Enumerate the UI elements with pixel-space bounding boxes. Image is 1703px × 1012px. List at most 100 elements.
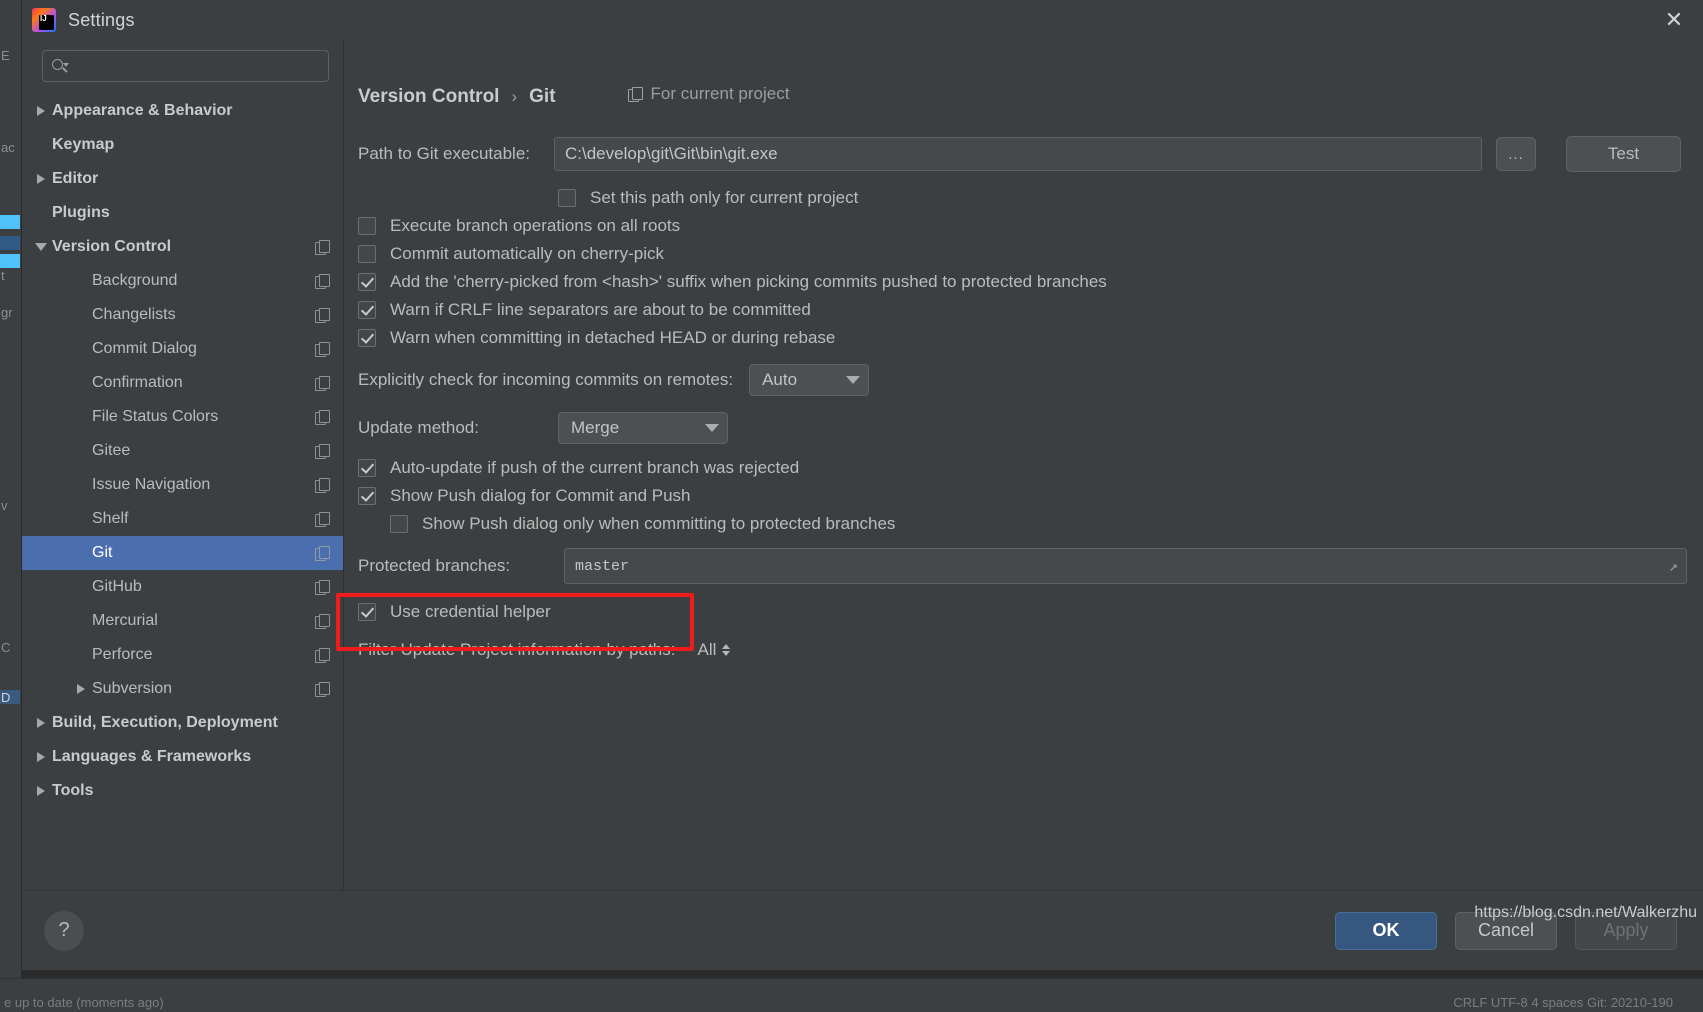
update-method-value: Merge [571, 418, 620, 437]
copy-settings-icon[interactable] [315, 308, 330, 323]
incoming-commits-dropdown[interactable]: Auto [749, 364, 870, 396]
sidebar-item-commit-dialog[interactable]: Commit Dialog [22, 332, 343, 366]
sidebar-item-file-status-colors[interactable]: File Status Colors [22, 400, 343, 434]
copy-settings-icon[interactable] [315, 546, 330, 561]
git-path-input[interactable]: C:\develop\git\Git\bin\git.exe [554, 137, 1482, 171]
copy-settings-icon[interactable] [315, 410, 330, 425]
chevron-down-icon[interactable] [30, 243, 52, 251]
checkbox-row[interactable]: Execute branch operations on all roots [358, 216, 1703, 236]
copy-settings-icon[interactable] [315, 342, 330, 357]
browse-button[interactable]: ... [1496, 137, 1536, 171]
filter-update-project-row: Filter Update Project information by pat… [358, 640, 1703, 660]
sidebar-item-version-control[interactable]: Version Control [22, 230, 343, 264]
use-credential-helper-row[interactable]: Use credential helper [358, 602, 1703, 622]
sidebar-item-label: Keymap [52, 136, 115, 153]
expand-field-icon[interactable]: ↗ [1669, 557, 1678, 576]
watermark: https://blog.csdn.net/Walkerzhu [1474, 904, 1697, 921]
copy-settings-icon[interactable] [315, 376, 330, 391]
checkbox-row[interactable]: Show Push dialog only when committing to… [390, 514, 1703, 534]
sidebar-item-perforce[interactable]: Perforce [22, 638, 343, 672]
sidebar-item-git[interactable]: Git [22, 536, 343, 570]
checkbox-label: Auto-update if push of the current branc… [390, 458, 800, 477]
chevron-right-icon[interactable] [30, 106, 52, 116]
copy-settings-icon[interactable] [315, 512, 330, 527]
close-icon[interactable]: ✕ [1645, 0, 1703, 40]
copy-settings-icon[interactable] [315, 478, 330, 493]
chevron-right-icon[interactable] [70, 684, 92, 694]
sidebar-item-gitee[interactable]: Gitee [22, 434, 343, 468]
update-method-dropdown[interactable]: Merge [558, 412, 728, 444]
checkbox-row[interactable]: Auto-update if push of the current branc… [358, 458, 1703, 478]
sidebar-item-subversion[interactable]: Subversion [22, 672, 343, 706]
chevron-right-icon[interactable] [30, 718, 52, 728]
screen: E ac t gr v C D e up to date (moments ag… [0, 0, 1703, 1012]
test-button[interactable]: Test [1566, 136, 1681, 172]
bg-glyph: ac [1, 140, 15, 155]
protected-branches-input[interactable]: master ↗ [564, 548, 1687, 584]
sidebar-item-mercurial[interactable]: Mercurial [22, 604, 343, 638]
sidebar-item-plugins[interactable]: Plugins [22, 196, 343, 230]
breadcrumb-parent[interactable]: Version Control [358, 86, 499, 108]
checkbox-row[interactable]: Set this path only for current project [558, 188, 1703, 208]
checkbox[interactable] [358, 329, 376, 347]
checkbox[interactable] [358, 301, 376, 319]
sidebar-item-changelists[interactable]: Changelists [22, 298, 343, 332]
chevron-right-icon[interactable] [30, 786, 52, 796]
sidebar-item-background[interactable]: Background [22, 264, 343, 298]
ok-button[interactable]: OK [1335, 911, 1437, 950]
checkbox[interactable] [358, 217, 376, 235]
checkbox[interactable] [358, 459, 376, 477]
copy-settings-icon[interactable] [315, 682, 330, 697]
checkbox-row[interactable]: Show Push dialog for Commit and Push [358, 486, 1703, 506]
bg-glyph: C [1, 640, 11, 655]
protected-branches-label: Protected branches: [358, 556, 511, 575]
sidebar-item-label: Perforce [92, 646, 153, 663]
checkbox[interactable] [358, 273, 376, 291]
checkbox-row[interactable]: Warn when committing in detached HEAD or… [358, 328, 1703, 348]
sidebar-item-label: Languages & Frameworks [52, 748, 252, 765]
settings-dialog: Settings ✕ Appearance & Behavior Keymap Ed… [22, 0, 1703, 970]
checkbox-row[interactable]: Warn if CRLF line separators are about t… [358, 300, 1703, 320]
search-box[interactable] [42, 50, 329, 82]
copy-settings-icon[interactable] [315, 648, 330, 663]
search-input[interactable] [69, 58, 320, 74]
use-credential-helper-checkbox[interactable] [358, 603, 376, 621]
copy-settings-icon[interactable] [315, 274, 330, 289]
copy-settings-icon[interactable] [315, 240, 330, 255]
bg-status-right: CRLF UTF-8 4 spaces Git: 20210-190 [1453, 995, 1673, 1010]
sidebar-item-shelf[interactable]: Shelf [22, 502, 343, 536]
sidebar-item-build-execution-deployment[interactable]: Build, Execution, Deployment [22, 706, 343, 740]
bg-swatch [0, 215, 20, 229]
sidebar-item-confirmation[interactable]: Confirmation [22, 366, 343, 400]
sidebar-item-tools[interactable]: Tools [22, 774, 343, 808]
sidebar-item-label: Subversion [92, 680, 173, 697]
checkbox[interactable] [390, 515, 408, 533]
checkbox-label: Set this path only for current project [590, 188, 859, 207]
checkbox-row[interactable]: Commit automatically on cherry-pick [358, 244, 1703, 264]
dialog-titlebar: Settings ✕ [22, 0, 1703, 40]
copy-settings-icon[interactable] [315, 614, 330, 629]
chevron-down-icon [705, 424, 719, 432]
checkbox[interactable] [558, 189, 576, 207]
sidebar-item-keymap[interactable]: Keymap [22, 128, 343, 162]
copy-settings-icon[interactable] [315, 444, 330, 459]
sidebar-item-appearance-behavior[interactable]: Appearance & Behavior [22, 94, 343, 128]
checkbox[interactable] [358, 245, 376, 263]
sidebar-item-issue-navigation[interactable]: Issue Navigation [22, 468, 343, 502]
checkbox-row[interactable]: Add the 'cherry-picked from <hash>' suff… [358, 272, 1703, 292]
chevron-right-icon[interactable] [30, 752, 52, 762]
git-options-group-1: Set this path only for current project Ex… [358, 188, 1703, 348]
sidebar-item-editor[interactable]: Editor [22, 162, 343, 196]
bg-glyph: t [1, 268, 5, 283]
chevron-right-icon[interactable] [30, 174, 52, 184]
sidebar-item-label: Background [92, 272, 178, 289]
checkbox-label: Execute branch operations on all roots [390, 216, 681, 235]
filter-value: All [697, 640, 717, 659]
help-icon[interactable]: ? [44, 910, 84, 951]
sidebar-item-languages-frameworks[interactable]: Languages & Frameworks [22, 740, 343, 774]
sidebar-item-github[interactable]: GitHub [22, 570, 343, 604]
background-ide-statusbar [0, 978, 1703, 1012]
copy-settings-icon[interactable] [315, 580, 330, 595]
checkbox[interactable] [358, 487, 376, 505]
filter-paths-spinner[interactable]: All [697, 640, 731, 660]
